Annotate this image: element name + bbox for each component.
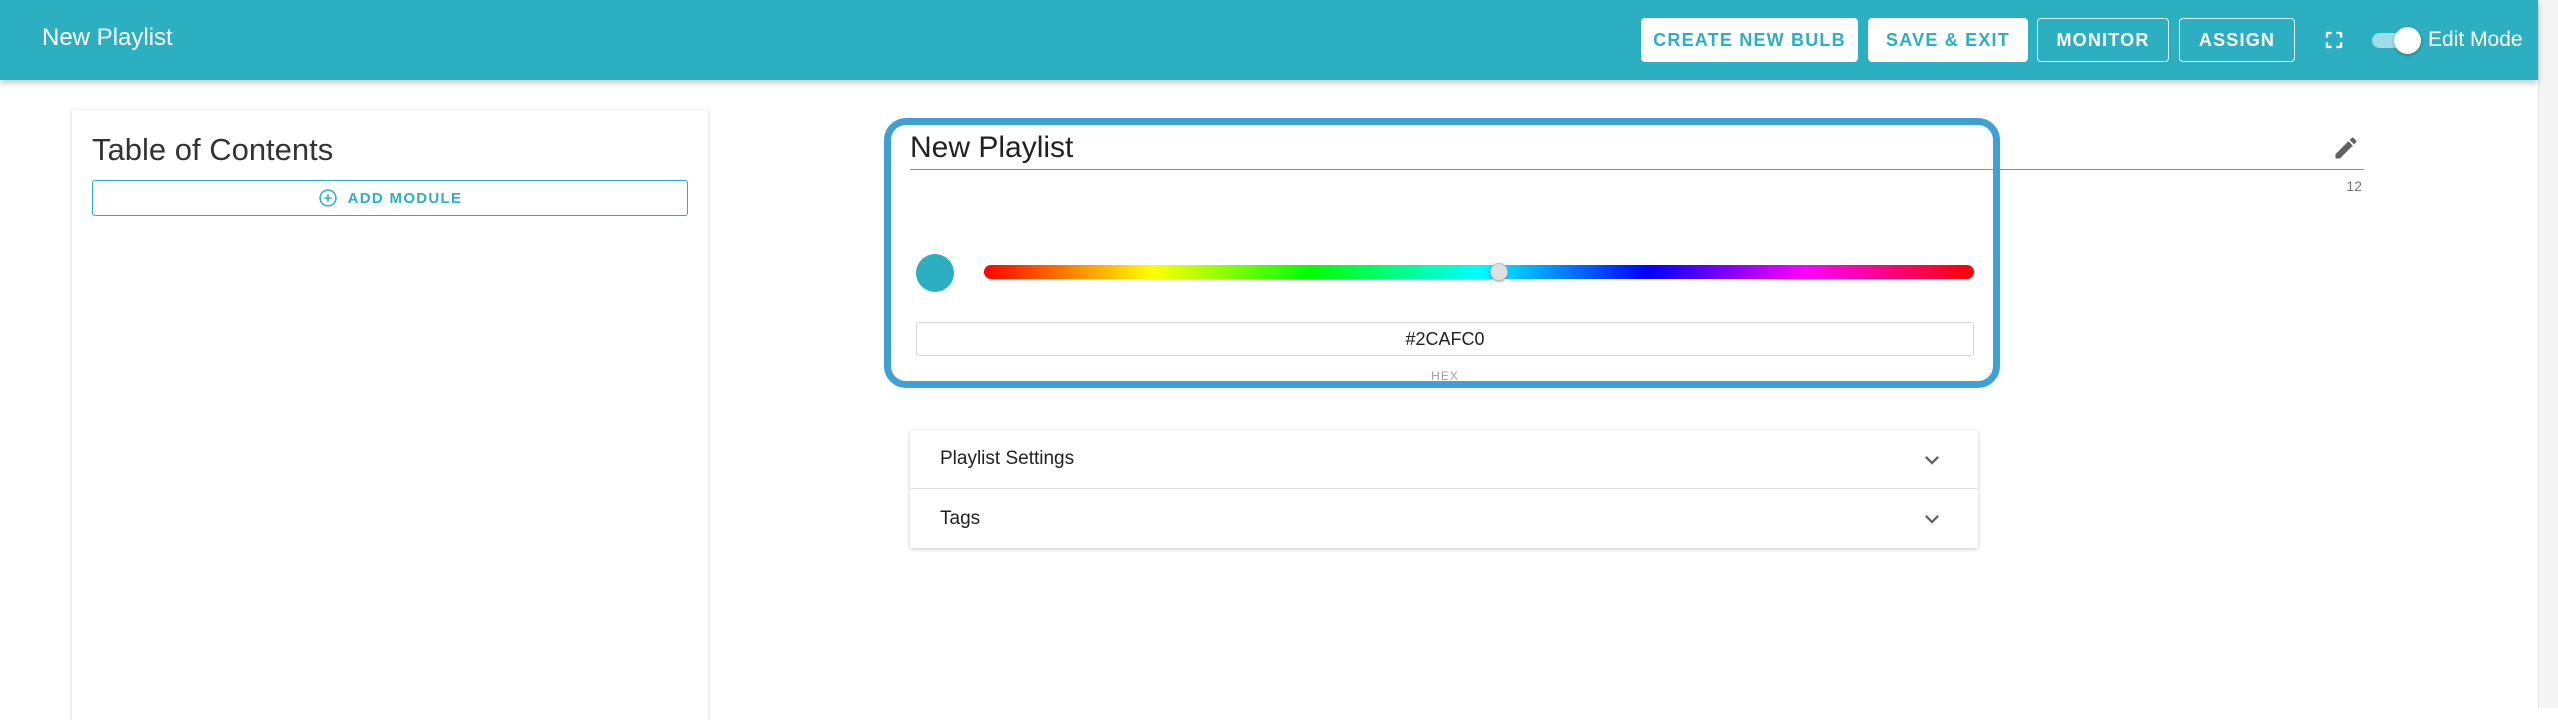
add-circle-icon [318, 188, 338, 208]
accordion-tags[interactable]: Tags [910, 489, 1978, 548]
add-module-button[interactable]: ADD MODULE [92, 180, 688, 216]
hue-slider-handle[interactable] [1489, 263, 1508, 281]
hex-label: HEX [1431, 369, 1459, 383]
page-scrollbar[interactable] [2538, 0, 2558, 708]
add-module-label: ADD MODULE [347, 189, 463, 207]
edit-mode-label: Edit Mode [2428, 28, 2523, 51]
page-title: New Playlist [42, 24, 173, 51]
chevron-down-icon [1918, 446, 1946, 474]
create-new-bulb-button[interactable]: CREATE NEW BULB [1641, 18, 1858, 62]
playlist-accordion: Playlist Settings Tags [910, 430, 1978, 548]
char-counter: 12 [2346, 178, 2362, 194]
accordion-playlist-settings[interactable]: Playlist Settings [910, 430, 1978, 489]
hex-input[interactable] [916, 322, 1974, 356]
hue-slider[interactable] [984, 265, 1974, 279]
color-swatch [916, 254, 954, 292]
toc-title: Table of Contents [92, 132, 334, 167]
playlist-name-input[interactable] [910, 126, 2364, 170]
edit-mode-toggle[interactable] [2372, 27, 2422, 54]
accordion-label: Playlist Settings [940, 448, 1075, 469]
fullscreen-icon[interactable] [2320, 26, 2348, 54]
table-of-contents-panel: Table of Contents ADD MODULE [72, 110, 708, 720]
save-exit-button[interactable]: SAVE & EXIT [1868, 18, 2028, 62]
toggle-thumb [2394, 27, 2421, 54]
pencil-icon[interactable] [2332, 134, 2360, 162]
accordion-label: Tags [940, 507, 981, 529]
assign-button[interactable]: ASSIGN [2179, 18, 2295, 62]
top-app-bar: New Playlist CREATE NEW BULB SAVE & EXIT… [0, 0, 2538, 80]
chevron-down-icon [1918, 505, 1946, 533]
monitor-button[interactable]: MONITOR [2037, 18, 2169, 62]
